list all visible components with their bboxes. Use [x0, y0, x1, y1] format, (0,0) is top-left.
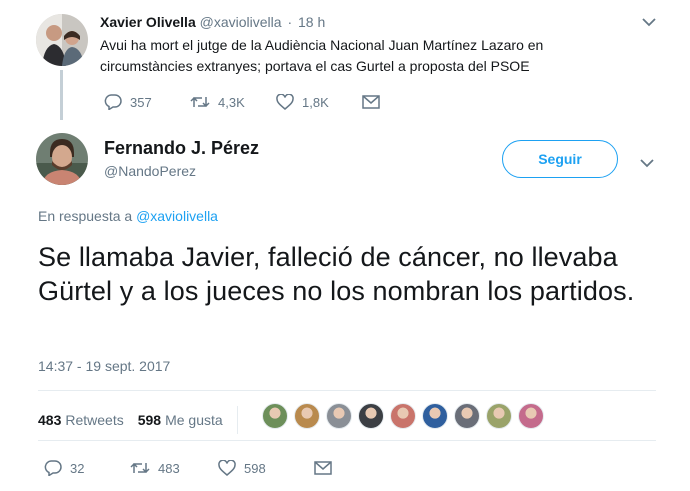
- avatar[interactable]: [36, 133, 88, 185]
- parent-tweet-text: Avui ha mort el jutge de la Audiència Na…: [100, 37, 544, 74]
- like-count: 1,8K: [302, 94, 329, 110]
- tweet-text: Se llamaba Javier, falleció de cáncer, n…: [38, 242, 635, 306]
- liker-avatar[interactable]: [422, 403, 448, 429]
- divider: [38, 390, 656, 391]
- liker-avatar[interactable]: [262, 403, 288, 429]
- author-handle[interactable]: @NandoPerez: [104, 163, 196, 179]
- like-label: Me gusta: [165, 412, 223, 428]
- liker-avatar[interactable]: [390, 403, 416, 429]
- envelope-icon: [362, 95, 380, 109]
- envelope-icon: [314, 461, 332, 475]
- avatar[interactable]: [36, 14, 88, 66]
- tweet-stats: 483 Retweets 598 Me gusta: [38, 406, 238, 434]
- retweet-count: 483: [158, 460, 180, 476]
- reply-to-link[interactable]: @xaviolivella: [136, 208, 218, 224]
- direct-message-button[interactable]: [314, 461, 332, 475]
- direct-message-button[interactable]: [362, 95, 380, 109]
- reply-icon: [44, 460, 62, 476]
- reply-icon: [104, 94, 122, 110]
- liker-avatar[interactable]: [454, 403, 480, 429]
- author-handle[interactable]: @xaviolivella: [200, 14, 282, 30]
- reply-prefix: En respuesta a: [38, 208, 133, 224]
- reply-count: 357: [130, 94, 152, 110]
- retweets-stat[interactable]: 483 Retweets: [38, 412, 124, 428]
- author-name[interactable]: Fernando J. Pérez: [104, 138, 259, 159]
- retweet-button[interactable]: 483: [130, 460, 218, 476]
- reply-count: 32: [70, 460, 85, 476]
- tweet-time[interactable]: 18 h: [298, 14, 325, 30]
- parent-tweet-header: Xavier Olivella @xaviolivella · 18 h: [100, 14, 325, 30]
- like-button[interactable]: 598: [218, 460, 314, 476]
- liker-avatar[interactable]: [326, 403, 352, 429]
- tweet-timestamp[interactable]: 14:37 - 19 sept. 2017: [38, 358, 170, 374]
- retweet-label: Retweets: [65, 412, 124, 428]
- separator-dot: ·: [287, 14, 293, 30]
- author-name[interactable]: Xavier Olivella: [100, 14, 196, 30]
- chevron-down-icon[interactable]: [642, 14, 656, 30]
- like-total: 598: [137, 412, 162, 428]
- heart-icon: [276, 94, 294, 110]
- divider: [38, 440, 656, 441]
- retweet-total: 483: [38, 412, 62, 428]
- like-count: 598: [244, 460, 266, 476]
- tweet-actions: 32 483 598: [44, 460, 332, 476]
- liker-avatar[interactable]: [294, 403, 320, 429]
- liker-avatars: [262, 403, 550, 429]
- liker-avatar[interactable]: [358, 403, 384, 429]
- chevron-down-icon[interactable]: [640, 155, 654, 171]
- retweet-count: 4,3K: [218, 94, 245, 110]
- liker-avatar[interactable]: [486, 403, 512, 429]
- reply-context: En respuesta a @xaviolivella: [38, 208, 218, 224]
- parent-tweet-actions: 357 4,3K 1,8K: [104, 94, 380, 110]
- liker-avatar[interactable]: [518, 403, 544, 429]
- stats-separator: [236, 406, 238, 434]
- like-button[interactable]: 1,8K: [276, 94, 362, 110]
- parent-tweet[interactable]: Xavier Olivella @xaviolivella · 18 h Avu…: [0, 0, 690, 120]
- likes-stat[interactable]: 598 Me gusta: [138, 412, 223, 428]
- retweet-icon: [190, 94, 210, 110]
- retweet-icon: [130, 460, 150, 476]
- retweet-button[interactable]: 4,3K: [190, 94, 276, 110]
- reply-button[interactable]: 357: [104, 94, 190, 110]
- reply-button[interactable]: 32: [44, 460, 130, 476]
- follow-button[interactable]: Seguir: [502, 140, 618, 178]
- heart-icon: [218, 460, 236, 476]
- thread-line: [60, 70, 63, 120]
